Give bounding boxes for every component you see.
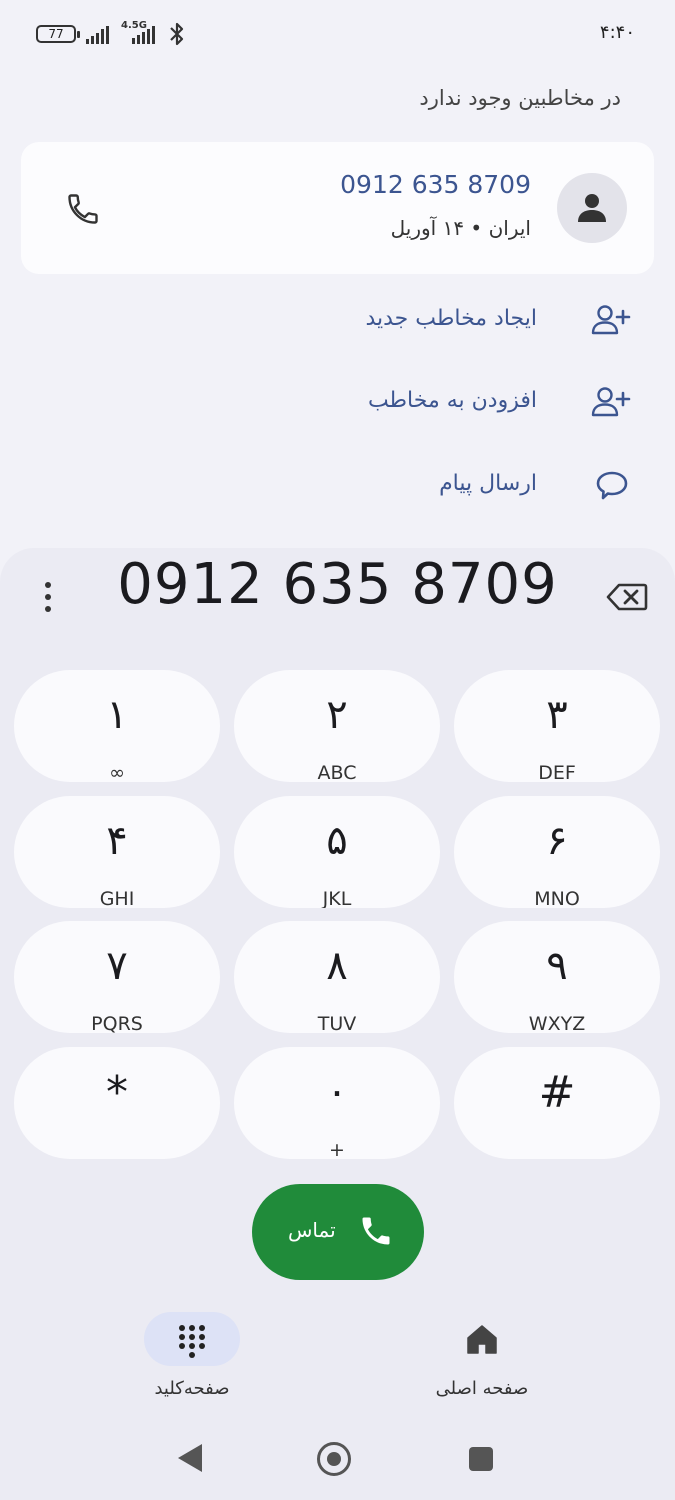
- key-digit: ۵: [326, 818, 348, 864]
- create-new-contact-label: ایجاد مخاطب جدید: [365, 306, 537, 331]
- plus-label: +: [329, 1139, 345, 1159]
- add-to-contact-row[interactable]: افزودن به مخاطب: [231, 372, 631, 432]
- key-letters: GHI: [99, 888, 135, 908]
- signal-strength-icon-2: [128, 24, 160, 44]
- call-button-label: تماس: [288, 1218, 336, 1242]
- send-message-label: ارسال پیام: [439, 471, 537, 496]
- key-digit: ۴: [106, 818, 128, 864]
- nav-home-label[interactable]: صفحه اصلی: [416, 1378, 548, 1399]
- signal-strength-icon: [86, 24, 114, 44]
- battery-icon: 77: [36, 25, 80, 43]
- key-digit: ۸: [326, 943, 348, 989]
- not-in-contacts-label: در مخاطبین وجود ندارد: [419, 86, 621, 110]
- backspace-icon[interactable]: [606, 582, 648, 612]
- person-icon: [578, 194, 606, 222]
- key-letters: DEF: [538, 762, 576, 782]
- call-button[interactable]: تماس: [252, 1184, 424, 1280]
- key-letters: MNO: [534, 888, 580, 908]
- recent-apps-icon[interactable]: [469, 1447, 493, 1471]
- add-person-icon: [591, 387, 631, 417]
- key-letters: TUV: [317, 1013, 357, 1033]
- status-clock: ۴:۴۰: [599, 22, 635, 43]
- key-6[interactable]: ۶ MNO: [454, 796, 660, 908]
- avatar: [557, 173, 627, 243]
- key-digit: ۱: [106, 692, 128, 738]
- key-5[interactable]: ۵ JKL: [234, 796, 440, 908]
- bluetooth-icon: [170, 22, 184, 46]
- key-digit: ۷: [106, 943, 128, 989]
- card-subtitle: ایران • ۱۴ آوریل: [390, 216, 531, 240]
- key-digit: *: [106, 1067, 128, 1118]
- key-7[interactable]: ۷ PQRS: [14, 921, 220, 1033]
- key-letters: WXYZ: [528, 1013, 586, 1033]
- key-1[interactable]: ۱ ∞: [14, 670, 220, 782]
- key-digit: #: [538, 1067, 576, 1118]
- key-letters: ABC: [317, 762, 357, 782]
- phone-icon: [362, 1217, 390, 1245]
- key-2[interactable]: ۲ ABC: [234, 670, 440, 782]
- key-digit: ۹: [546, 943, 568, 989]
- home-icon[interactable]: [466, 1324, 498, 1354]
- create-new-contact-row[interactable]: ایجاد مخاطب جدید: [231, 290, 631, 350]
- key-digit: ۰: [326, 1069, 348, 1115]
- phone-icon[interactable]: [65, 191, 101, 227]
- home-circle-icon[interactable]: [317, 1442, 351, 1476]
- add-person-icon: [591, 305, 631, 335]
- card-phone-number: 0912 635 8709: [340, 170, 531, 199]
- dialed-number-display[interactable]: 0912 635 8709: [110, 552, 565, 617]
- key-0[interactable]: ۰ +: [234, 1047, 440, 1159]
- back-icon[interactable]: [178, 1444, 202, 1472]
- dialpad-icon: [179, 1325, 205, 1358]
- add-to-contact-label: افزودن به مخاطب: [367, 388, 537, 413]
- key-digit: ۲: [326, 692, 348, 738]
- key-digit: ۶: [546, 818, 568, 864]
- key-star[interactable]: *: [14, 1047, 220, 1159]
- message-bubble-icon: [596, 471, 628, 500]
- nav-keypad-label: صفحه‌کلید: [154, 1378, 230, 1399]
- key-9[interactable]: ۹ WXYZ: [454, 921, 660, 1033]
- number-card[interactable]: 0912 635 8709 ایران • ۱۴ آوریل: [21, 142, 654, 274]
- bottom-navigation: صفحه‌کلید صفحه اصلی: [0, 1300, 675, 1410]
- voicemail-label: ∞: [109, 762, 125, 782]
- key-3[interactable]: ۳ DEF: [454, 670, 660, 782]
- key-8[interactable]: ۸ TUV: [234, 921, 440, 1033]
- key-4[interactable]: ۴ GHI: [14, 796, 220, 908]
- send-message-row[interactable]: ارسال پیام: [231, 455, 631, 515]
- more-options-icon[interactable]: [44, 582, 52, 612]
- key-hash[interactable]: #: [454, 1047, 660, 1159]
- system-navigation-bar: [0, 1420, 675, 1500]
- key-digit: ۳: [546, 692, 568, 738]
- status-bar: 77 4.5G ۴:۴۰: [0, 0, 675, 70]
- key-letters: JKL: [322, 888, 352, 908]
- nav-keypad-tab[interactable]: [144, 1312, 240, 1366]
- key-letters: PQRS: [91, 1013, 143, 1033]
